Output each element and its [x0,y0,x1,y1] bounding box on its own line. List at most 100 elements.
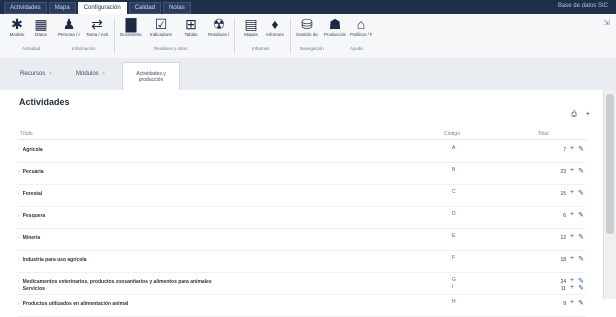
column-header-total[interactable]: Total [538,131,549,137]
add-icon[interactable]: + [570,233,574,241]
row-total: 9 [563,301,566,307]
collapse-ribbon-icon[interactable]: ⇲ [603,18,610,27]
ribbon-label: Tarea / Actividad [86,32,108,37]
row-name-text: Agrícola [22,147,43,153]
row-actions: + ✎ [570,189,584,197]
ribbon-button-documentos[interactable]: ▇ Documentos [120,16,142,37]
ribbon-button-datos[interactable]: ▦ Datos [30,16,52,37]
edit-icon[interactable]: ✎ [578,189,584,197]
breadcrumb-item-modulos[interactable]: Módulos › [76,66,105,82]
row-name[interactable]: › Agrícola [18,147,43,153]
row-name[interactable]: › Industria para uso agrícola [18,257,87,263]
tab-mapa[interactable]: Mapa [48,2,76,14]
edit-icon[interactable]: ✎ [578,167,584,175]
row-name[interactable]: › Forestal [18,191,42,197]
ribbon-label: Gestión de Inventario [296,32,318,37]
row-name[interactable]: › Pesquera [18,213,45,219]
add-icon[interactable]: + [570,189,574,197]
row-actions: + ✎ [570,233,584,241]
ribbon-button-tarea[interactable]: ⇄ Tarea / Actividad [86,16,108,37]
edit-icon[interactable]: ✎ [578,255,584,263]
table-row[interactable]: › Servicios I 11 + ✎ [18,282,586,298]
row-code: A [452,145,456,151]
edit-icon[interactable]: ✎ [578,211,584,219]
row-name[interactable]: › Servicios [18,286,45,292]
column-header-code[interactable]: Código [444,131,460,137]
ribbon-label: Informes [266,32,284,37]
add-icon[interactable]: + [570,299,574,307]
ribbon-button-indicadores[interactable]: ☑ Indicadores [150,16,172,37]
ribbon-label: Datos [35,32,47,37]
edit-icon[interactable]: ✎ [578,145,584,153]
tab-notas[interactable]: Notas [163,2,191,14]
column-header-name[interactable]: Título [20,131,33,137]
table-row[interactable]: › Pecuaria B 23 + ✎ [18,162,586,185]
scrollbar-thumb[interactable] [606,94,614,234]
ribbon-button-publicar[interactable]: ⌂ Publicar / Resultados [350,16,372,37]
row-code: E [452,233,456,239]
ribbon-button-residuos[interactable]: ☢ Residuos / Otros [208,16,230,37]
tab-calidad[interactable]: Calidad [128,2,162,14]
add-icon[interactable]: + [570,145,574,153]
ribbon-button-persona[interactable]: ♟ Persona / Actividad [58,16,80,37]
ribbon-group-label: Ayuda [350,46,363,51]
chevron-right-icon: › [18,286,20,292]
table-row[interactable]: › Pesquera D 6 + ✎ [18,206,586,229]
tab-actividades[interactable]: Actividades [4,2,47,14]
person-icon: ♟ [62,16,76,32]
row-name[interactable]: › Productos utilizados en alimentación an… [18,301,128,307]
print-icon[interactable]: ⎙ [571,111,577,119]
edit-icon[interactable]: ✎ [578,284,584,292]
breadcrumb-label: Actividades y producción [136,70,166,83]
database-label: Base de datos SIC [557,3,608,9]
asterisk-icon: ✱ [11,16,23,32]
ribbon-button-gestion[interactable]: ⛁ Gestión de Inventario [296,16,318,37]
row-actions: + ✎ [570,299,584,307]
chevron-right-icon: › [102,71,105,77]
checkbox-icon: ☑ [154,16,168,32]
swap-icon: ⇄ [91,16,103,32]
ribbon-toolbar: ✱ Modelo ▦ Datos ♟ Persona / Actividad ⇄… [0,14,616,59]
row-name-text: Productos utilizados en alimentación ani… [22,301,129,307]
ribbon-label: Persona / Actividad [58,32,80,37]
ribbon-label: Residuos / Otros [208,32,230,37]
inventory-icon: ⛁ [301,16,313,32]
report-icon: ♦ [271,16,279,32]
tab-configuracion[interactable]: Configuración [77,2,127,14]
ribbon-button-modelo[interactable]: ✱ Modelo [6,16,28,37]
chevron-right-icon: › [18,235,20,241]
add-icon[interactable]: + [570,255,574,263]
ribbon-separator [114,18,115,54]
add-icon[interactable]: + [570,284,574,292]
add-icon[interactable]: + [570,211,574,219]
ribbon-button-mapas[interactable]: ▤ Mapas [240,16,262,37]
ribbon-separator [290,18,291,54]
ribbon-button-produccion[interactable]: ☗ Producción / Proyecto [324,16,346,37]
row-name[interactable]: › Pecuaria [18,169,44,175]
add-icon[interactable]: + [570,167,574,175]
row-total: 15 [560,191,566,197]
ribbon-label: Indicadores [150,32,172,37]
row-code: F [452,255,456,261]
row-actions: + ✎ [570,211,584,219]
breadcrumb-item-recursos[interactable]: Recursos › [20,66,51,82]
row-code: H [452,299,456,305]
table-row[interactable]: › Industria para uso agrícola F 18 + ✎ [18,250,586,273]
ribbon-group-label: Actividad [22,46,41,51]
vertical-scrollbar[interactable] [603,90,616,299]
table-row[interactable]: › Forestal C 15 + ✎ [18,184,586,207]
main-content: Actividades ⎙ + Título Código Total › Agr… [0,90,604,317]
ribbon-button-tablas[interactable]: ⊞ Tablas [180,16,202,37]
breadcrumb-label: Módulos [76,71,99,77]
row-name-text: Pecuaria [22,169,44,175]
edit-icon[interactable]: ✎ [578,233,584,241]
ribbon-button-informes[interactable]: ♦ Informes [264,16,286,37]
add-icon[interactable]: + [586,111,590,119]
ribbon-group-label: Navegación [300,46,324,51]
table-row[interactable]: › Agrícola A 7 + ✎ [18,140,586,163]
edit-icon[interactable]: ✎ [578,299,584,307]
table-row[interactable]: › Minería E 12 + ✎ [18,228,586,251]
breadcrumb-item-active[interactable]: Actividades y producción [122,62,180,90]
chevron-right-icon: › [18,301,20,307]
row-name[interactable]: › Minería [18,235,40,241]
